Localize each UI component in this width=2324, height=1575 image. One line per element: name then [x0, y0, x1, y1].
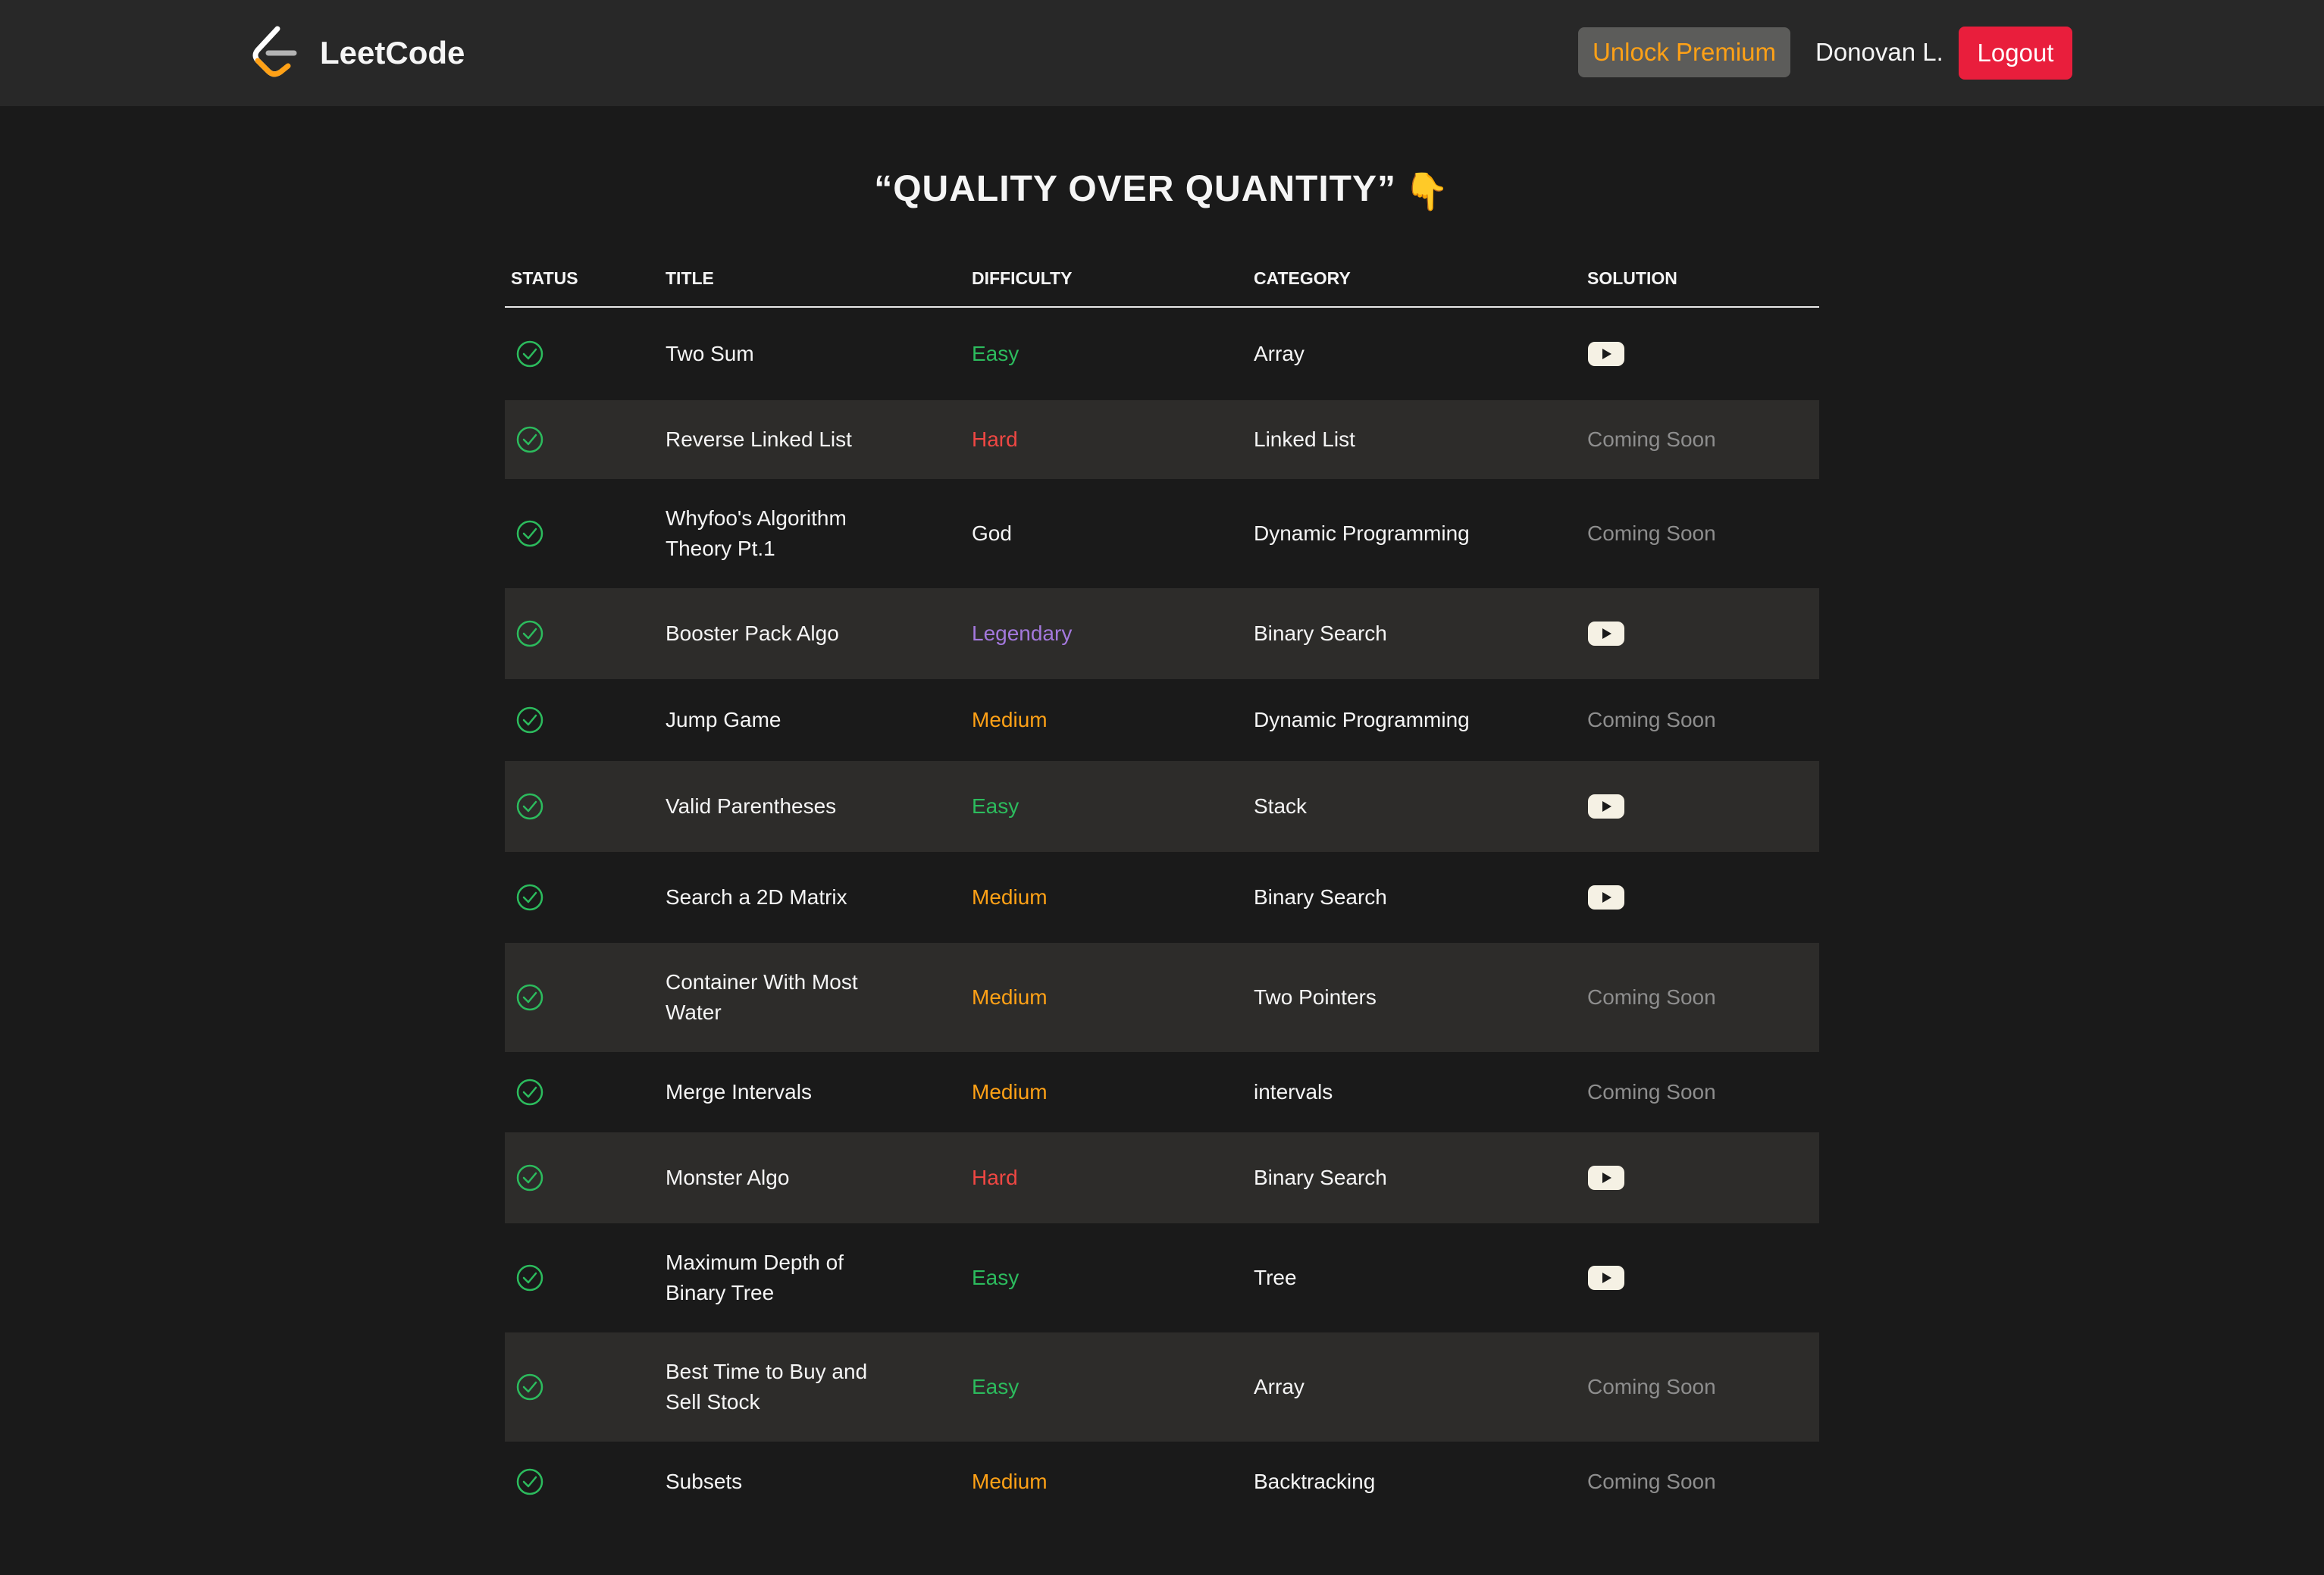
- problem-title-link[interactable]: Monster Algo: [666, 1163, 885, 1193]
- table-row: Best Time to Buy and Sell Stock Easy Array…: [505, 1332, 1819, 1442]
- difficulty-label: God: [972, 521, 1012, 545]
- table-row: Whyfoo's Algorithm Theory Pt.1 God Dynamic…: [505, 479, 1819, 588]
- solved-check-icon: [516, 884, 543, 911]
- difficulty-label: Easy: [972, 1375, 1019, 1398]
- difficulty-label: Legendary: [972, 622, 1073, 645]
- solved-check-icon: [516, 793, 543, 820]
- pointing-down-emoji-icon: 👇: [1404, 172, 1450, 212]
- column-header-title: TITLE: [666, 268, 714, 288]
- page-title: “QUALITY OVER QUANTITY” 👇: [0, 168, 2324, 213]
- logout-button[interactable]: Logout: [1959, 27, 2072, 80]
- problem-title-link[interactable]: Best Time to Buy and Sell Stock: [666, 1357, 885, 1417]
- problems-table: STATUS TITLE DIFFICULTY CATEGORY SOLUTIO…: [505, 262, 1819, 1522]
- difficulty-label: Medium: [972, 708, 1048, 731]
- difficulty-label: Medium: [972, 1470, 1048, 1493]
- category-label: Backtracking: [1254, 1470, 1376, 1493]
- category-label: Dynamic Programming: [1254, 708, 1470, 731]
- category-label: Binary Search: [1254, 1166, 1387, 1189]
- problem-title-link[interactable]: Reverse Linked List: [666, 424, 885, 455]
- table-row: Two Sum Easy Array: [505, 308, 1819, 400]
- youtube-video-icon[interactable]: [1587, 885, 1625, 910]
- solved-check-icon: [516, 1373, 543, 1401]
- table-row: Search a 2D Matrix Medium Binary Search: [505, 852, 1819, 943]
- column-header-difficulty: DIFFICULTY: [972, 268, 1073, 288]
- solution-coming-soon: Coming Soon: [1587, 1080, 1716, 1104]
- solution-coming-soon: Coming Soon: [1587, 427, 1716, 451]
- solution-coming-soon: Coming Soon: [1587, 708, 1716, 731]
- problem-title-link[interactable]: Jump Game: [666, 705, 885, 735]
- difficulty-label: Medium: [972, 885, 1048, 909]
- table-row: Valid Parentheses Easy Stack: [505, 761, 1819, 852]
- leetcode-logo-icon[interactable]: [247, 24, 302, 82]
- category-label: Tree: [1254, 1266, 1297, 1289]
- category-label: Stack: [1254, 794, 1308, 818]
- problem-title-link[interactable]: Whyfoo's Algorithm Theory Pt.1: [666, 503, 885, 564]
- solved-check-icon: [516, 520, 543, 547]
- column-header-solution: SOLUTION: [1587, 268, 1677, 288]
- youtube-video-icon[interactable]: [1587, 341, 1625, 367]
- solved-check-icon: [516, 426, 543, 453]
- youtube-video-icon[interactable]: [1587, 621, 1625, 647]
- problem-title-link[interactable]: Maximum Depth of Binary Tree: [666, 1248, 885, 1308]
- problem-title-link[interactable]: Valid Parentheses: [666, 791, 885, 822]
- difficulty-label: Hard: [972, 1166, 1018, 1189]
- problem-title-link[interactable]: Two Sum: [666, 339, 885, 369]
- solved-check-icon: [516, 1264, 543, 1292]
- youtube-video-icon[interactable]: [1587, 1265, 1625, 1291]
- difficulty-label: Medium: [972, 985, 1048, 1009]
- category-label: Binary Search: [1254, 885, 1387, 909]
- solved-check-icon: [516, 340, 543, 368]
- category-label: Dynamic Programming: [1254, 521, 1470, 545]
- table-row: Container With Most Water Medium Two Point…: [505, 943, 1819, 1052]
- page-title-text: “QUALITY OVER QUANTITY”: [874, 169, 1397, 209]
- solution-coming-soon: Coming Soon: [1587, 1375, 1716, 1398]
- unlock-premium-button[interactable]: Unlock Premium: [1578, 27, 1790, 77]
- problem-title-link[interactable]: Container With Most Water: [666, 967, 885, 1028]
- table-row: Jump Game Medium Dynamic Programming Coming…: [505, 679, 1819, 761]
- table-body: Two Sum Easy Array Reverse Linked List Hard L…: [505, 308, 1819, 1522]
- solved-check-icon: [516, 984, 543, 1011]
- problem-title-link[interactable]: Booster Pack Algo: [666, 618, 885, 649]
- category-label: Two Pointers: [1254, 985, 1377, 1009]
- table-row: Subsets Medium Backtracking Coming Soon: [505, 1442, 1819, 1522]
- user-name[interactable]: Donovan L.: [1815, 27, 1943, 77]
- solution-coming-soon: Coming Soon: [1587, 985, 1716, 1009]
- category-label: Array: [1254, 342, 1305, 365]
- table-row: Merge Intervals Medium intervals Coming Soo…: [505, 1052, 1819, 1132]
- table-row: Maximum Depth of Binary Tree Easy Tree: [505, 1223, 1819, 1332]
- solved-check-icon: [516, 620, 543, 647]
- column-header-status: STATUS: [511, 268, 578, 288]
- column-header-category: CATEGORY: [1254, 268, 1351, 288]
- category-label: Binary Search: [1254, 622, 1387, 645]
- table-row: Monster Algo Hard Binary Search: [505, 1132, 1819, 1223]
- difficulty-label: Easy: [972, 794, 1019, 818]
- problem-title-link[interactable]: Subsets: [666, 1467, 885, 1497]
- brand-name[interactable]: LeetCode: [320, 30, 465, 76]
- difficulty-label: Easy: [972, 1266, 1019, 1289]
- youtube-video-icon[interactable]: [1587, 1165, 1625, 1191]
- solved-check-icon: [516, 1164, 543, 1191]
- solution-coming-soon: Coming Soon: [1587, 1470, 1716, 1493]
- table-row: Booster Pack Algo Legendary Binary Search: [505, 588, 1819, 679]
- top-navbar: LeetCode Unlock Premium Donovan L. Logou…: [0, 0, 2324, 106]
- category-label: Linked List: [1254, 427, 1355, 451]
- difficulty-label: Medium: [972, 1080, 1048, 1104]
- category-label: Array: [1254, 1375, 1305, 1398]
- problem-title-link[interactable]: Merge Intervals: [666, 1077, 885, 1107]
- solved-check-icon: [516, 1468, 543, 1495]
- solved-check-icon: [516, 706, 543, 734]
- youtube-video-icon[interactable]: [1587, 794, 1625, 819]
- table-row: Reverse Linked List Hard Linked List Coming…: [505, 400, 1819, 479]
- difficulty-label: Hard: [972, 427, 1018, 451]
- solution-coming-soon: Coming Soon: [1587, 521, 1716, 545]
- difficulty-label: Easy: [972, 342, 1019, 365]
- category-label: intervals: [1254, 1080, 1333, 1104]
- problem-title-link[interactable]: Search a 2D Matrix: [666, 882, 885, 913]
- solved-check-icon: [516, 1079, 543, 1106]
- table-header: STATUS TITLE DIFFICULTY CATEGORY SOLUTIO…: [505, 262, 1819, 308]
